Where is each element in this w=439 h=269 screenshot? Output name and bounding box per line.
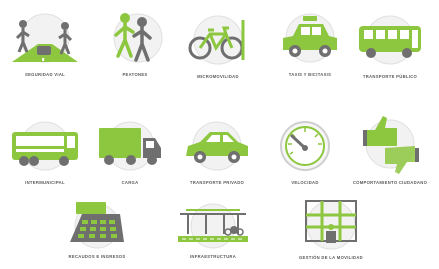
road-safety-icon [12,13,78,63]
tile-velocidad[interactable]: Velocidad [260,118,350,186]
coach-bus-icon [12,121,78,171]
tile-label: Seguridad vial [24,72,66,77]
tile-label: Micromovilidad [197,74,239,79]
tile-label: Transporte público [362,74,418,79]
bicycle-icon [188,15,245,65]
tile-transporte-privado[interactable]: Transporte privado [172,118,262,186]
tile-label: Intermunicipal [25,180,65,185]
tile-label: Peatones [122,72,148,77]
tile-label: Velocidad [291,180,319,185]
calculator-icon [70,202,124,249]
tile-carga[interactable]: Carga [85,118,175,186]
truck-icon [99,121,161,171]
tile-label: Recaudos e ingresos [68,254,126,259]
infrastructure-icon [178,203,248,249]
tile-transporte-publico[interactable]: Transporte público [345,12,435,80]
tile-peatones[interactable]: Peatones [90,10,180,78]
pedestrians-icon [113,13,163,63]
tile-label: Taxis y bicitaxis [288,72,332,77]
tile-label: Comportamiento ciudadano [352,180,428,185]
tile-label: Infraestructura [189,254,237,259]
tile-gestion[interactable]: Gestión de la Movilidad [286,197,376,261]
tile-seguridad-vial[interactable]: Seguridad vial [0,10,90,78]
taxi-icon [283,13,337,63]
tile-taxis[interactable]: Taxis y bicitaxis [265,10,355,78]
tile-recaudos[interactable]: Recaudos e ingresos [52,200,142,260]
tile-micromovilidad[interactable]: Micromovilidad [173,12,263,80]
tile-label: Gestión de la Movilidad [299,255,363,260]
mobility-management-icon [305,200,357,250]
tile-infraestructura[interactable]: Infraestructura [168,200,258,260]
tile-label: Transporte privado [189,180,245,185]
tile-label: Carga [121,180,139,185]
tile-comportamiento[interactable]: Comportamiento ciudadano [345,112,435,186]
thumbs-icon [363,116,419,174]
car-icon [186,121,248,171]
bus-icon [359,15,421,65]
tile-intermunicipal[interactable]: Intermunicipal [0,118,90,186]
speedometer-icon [280,121,330,171]
